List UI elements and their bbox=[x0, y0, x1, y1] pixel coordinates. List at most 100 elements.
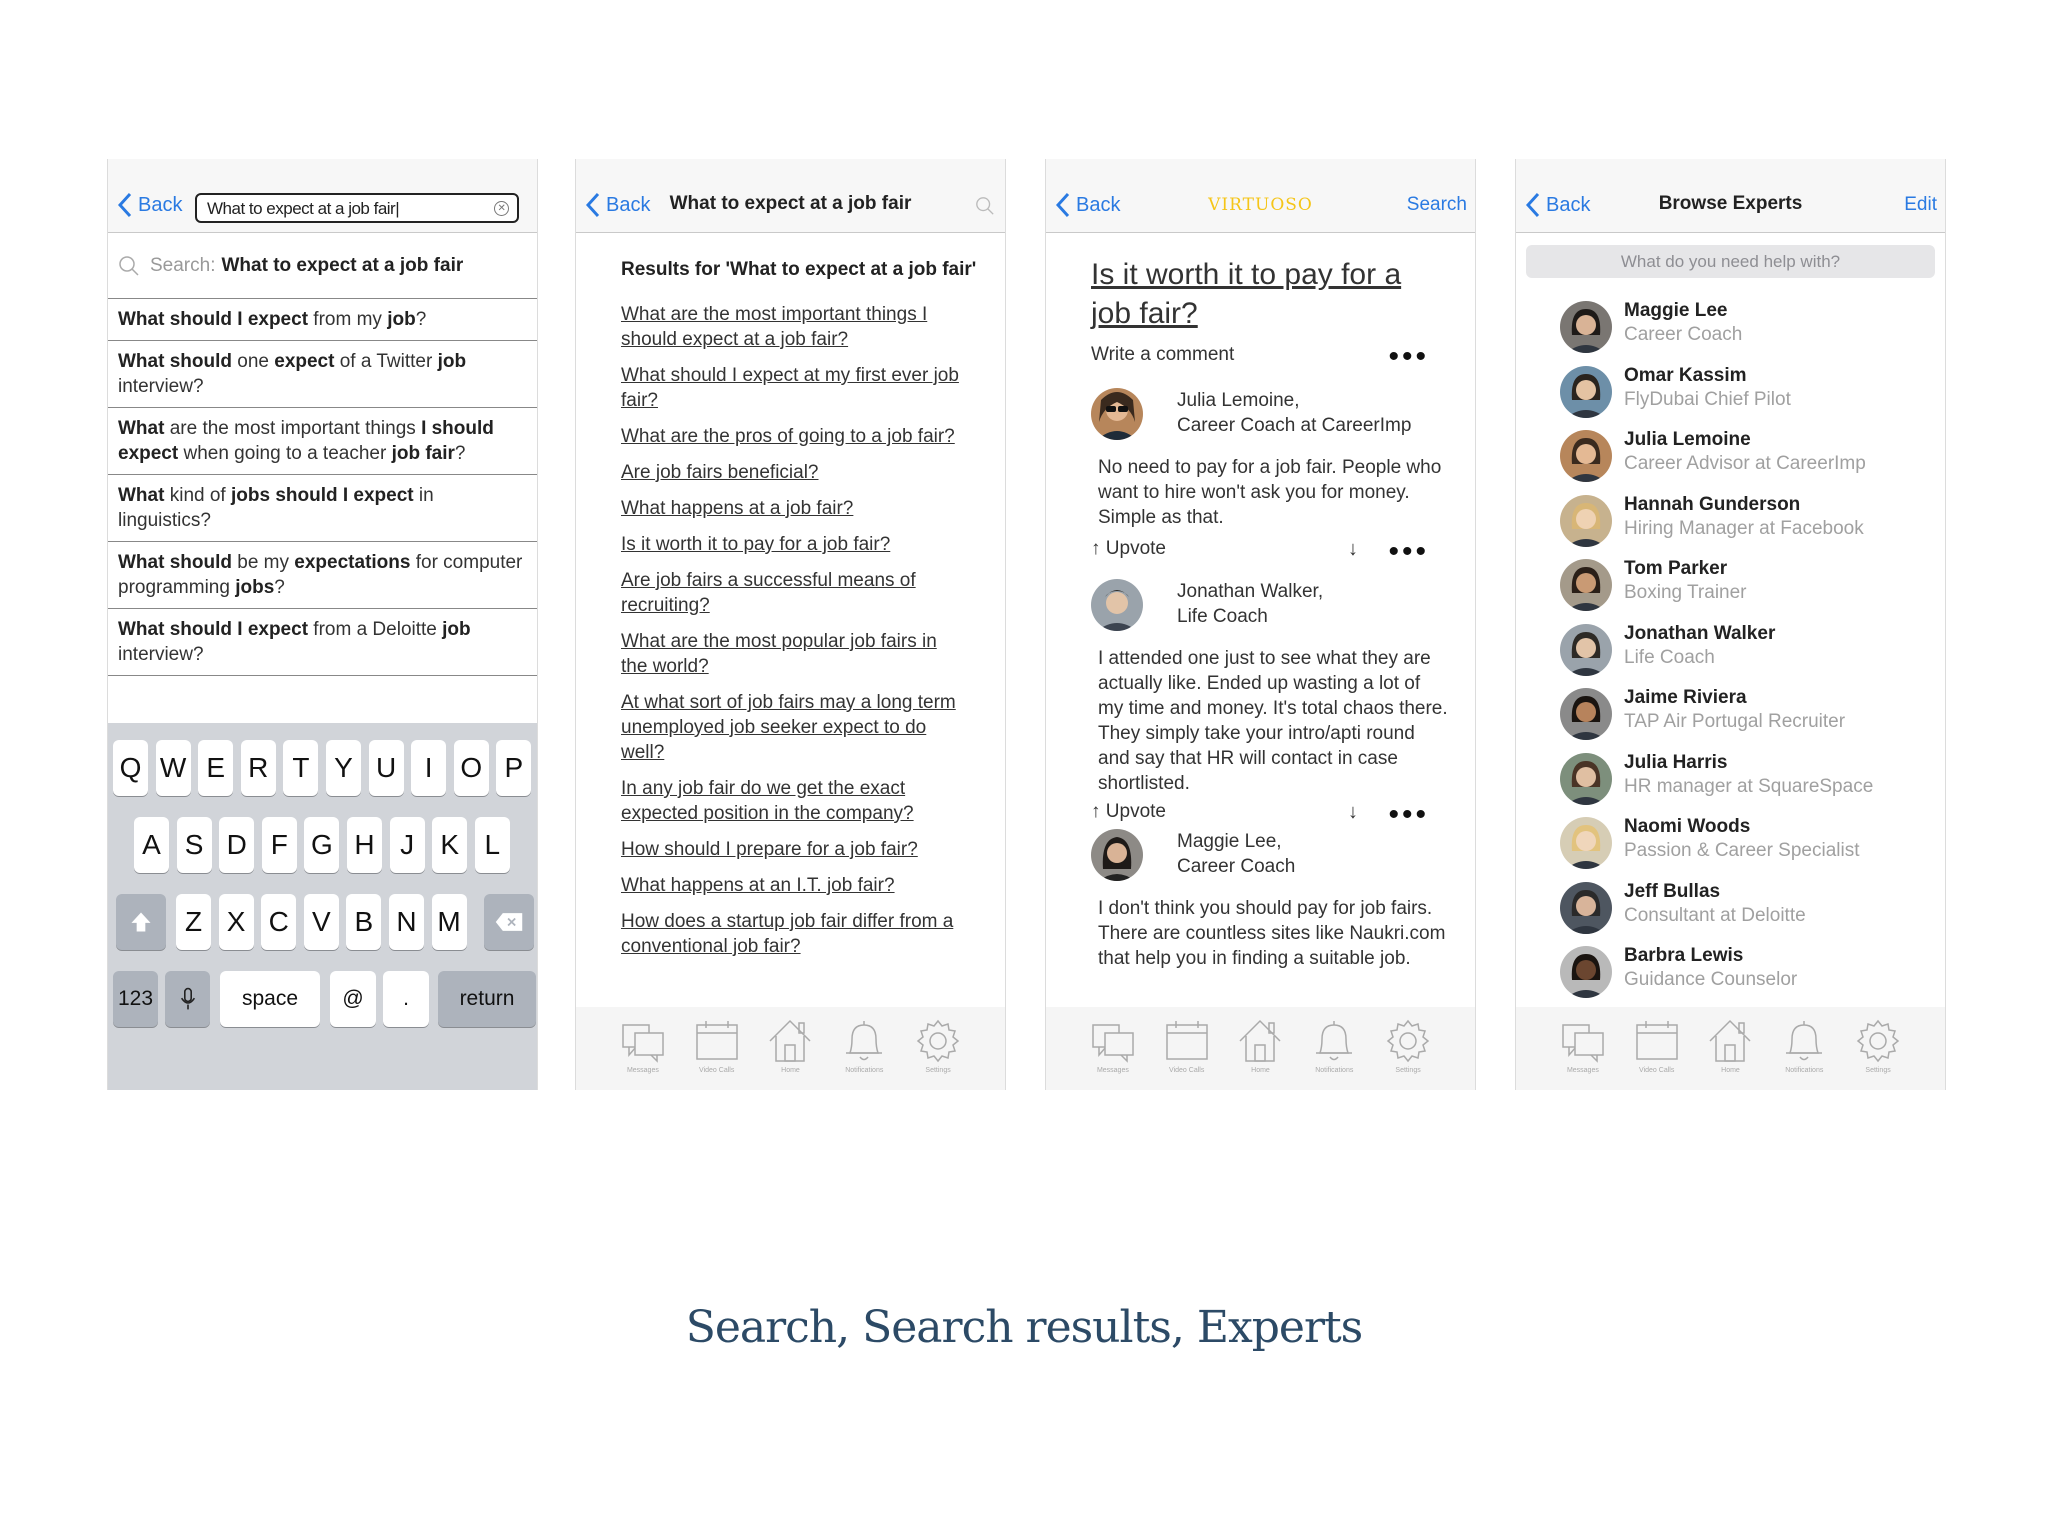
expert-item[interactable]: Julia Harris HR manager at SquareSpace bbox=[1560, 749, 1935, 814]
suggestion-item[interactable]: What are the most important things I sho… bbox=[108, 408, 537, 475]
suggestion-item[interactable]: What should be my expectations for compu… bbox=[108, 542, 537, 609]
key-r[interactable]: R bbox=[240, 740, 276, 796]
downvote-button[interactable]: ↓ bbox=[1348, 801, 1358, 824]
result-link[interactable]: What are the pros of going to a job fair… bbox=[621, 424, 961, 449]
key-d[interactable]: D bbox=[219, 817, 255, 873]
search-button[interactable]: Search bbox=[1407, 194, 1467, 216]
key-x[interactable]: X bbox=[218, 894, 254, 950]
expert-item[interactable]: Barbra Lewis Guidance Counselor bbox=[1560, 942, 1935, 1007]
more-options-button[interactable]: ••• bbox=[1388, 537, 1429, 567]
result-link[interactable]: How does a startup job fair differ from … bbox=[621, 909, 961, 959]
expert-item[interactable]: Julia Lemoine Career Advisor at CareerImp bbox=[1560, 426, 1935, 491]
key-k[interactable]: K bbox=[432, 817, 468, 873]
result-link[interactable]: What are the most popular job fairs in t… bbox=[621, 629, 961, 679]
help-search-input[interactable]: What do you need help with? bbox=[1526, 245, 1935, 278]
expert-name: Maggie Lee bbox=[1624, 300, 1728, 321]
key-j[interactable]: J bbox=[389, 817, 425, 873]
key-u[interactable]: U bbox=[368, 740, 404, 796]
expert-item[interactable]: Jaime Riviera TAP Air Portugal Recruiter bbox=[1560, 684, 1935, 749]
tab-settings[interactable]: Settings bbox=[1854, 1017, 1902, 1090]
back-button[interactable]: Back bbox=[118, 192, 182, 218]
tab-notifications[interactable]: Notifications bbox=[1310, 1017, 1358, 1090]
key-o[interactable]: O bbox=[453, 740, 489, 796]
upvote-button[interactable]: ↑ Upvote bbox=[1091, 801, 1166, 823]
tab-video-calls[interactable]: Video Calls bbox=[1163, 1017, 1211, 1090]
suggestion-item[interactable]: What kind of jobs should I expect in lin… bbox=[108, 475, 537, 542]
result-link[interactable]: Are job fairs a successful means of recr… bbox=[621, 568, 961, 618]
search-icon[interactable] bbox=[975, 196, 995, 216]
more-options-button[interactable]: ••• bbox=[1388, 342, 1429, 372]
tab-messages[interactable]: Messages bbox=[1089, 1017, 1137, 1090]
tab-home[interactable]: Home bbox=[1236, 1017, 1284, 1090]
key-p[interactable]: P bbox=[496, 740, 532, 796]
clear-icon[interactable]: ✕ bbox=[494, 201, 509, 216]
key-y[interactable]: Y bbox=[326, 740, 361, 796]
key-f[interactable]: F bbox=[261, 817, 297, 873]
expert-item[interactable]: Jonathan Walker Life Coach bbox=[1560, 620, 1935, 685]
write-comment-button[interactable]: Write a comment bbox=[1091, 344, 1234, 366]
numbers-key[interactable]: 123 bbox=[113, 971, 158, 1027]
key-s[interactable]: S bbox=[176, 817, 212, 873]
key-q[interactable]: Q bbox=[113, 740, 148, 796]
more-options-button[interactable]: ••• bbox=[1388, 800, 1429, 830]
key-n[interactable]: N bbox=[389, 894, 424, 950]
return-key[interactable]: return bbox=[438, 971, 536, 1027]
key-c[interactable]: C bbox=[261, 894, 297, 950]
result-link[interactable]: At what sort of job fairs may a long ter… bbox=[621, 690, 961, 765]
tab-messages[interactable]: Messages bbox=[1559, 1017, 1607, 1090]
key-m[interactable]: M bbox=[431, 894, 467, 950]
upvote-button[interactable]: ↑ Upvote bbox=[1091, 538, 1166, 560]
search-query-row[interactable]: Search: What to expect at a job fair bbox=[108, 233, 537, 299]
tab-messages[interactable]: Messages bbox=[619, 1017, 667, 1090]
result-link[interactable]: What should I expect at my first ever jo… bbox=[621, 363, 961, 413]
key-t[interactable]: T bbox=[283, 740, 319, 796]
suggestion-item[interactable]: What should I expect from my job? bbox=[108, 299, 537, 341]
tab-notifications[interactable]: Notifications bbox=[840, 1017, 888, 1090]
tab-home[interactable]: Home bbox=[766, 1017, 814, 1090]
result-link[interactable]: Is it worth it to pay for a job fair? bbox=[621, 532, 961, 557]
key-a[interactable]: A bbox=[134, 817, 169, 873]
shift-key[interactable] bbox=[116, 894, 166, 950]
delete-key[interactable] bbox=[484, 894, 534, 950]
tab-home[interactable]: Home bbox=[1706, 1017, 1754, 1090]
key-i[interactable]: I bbox=[411, 740, 447, 796]
expert-item[interactable]: Naomi Woods Passion & Career Specialist bbox=[1560, 813, 1935, 878]
result-link[interactable]: How should I prepare for a job fair? bbox=[621, 837, 961, 862]
key-e[interactable]: E bbox=[198, 740, 234, 796]
question-title[interactable]: Is it worth it to pay for a job fair? bbox=[1091, 255, 1431, 333]
dictation-key[interactable] bbox=[165, 971, 210, 1027]
search-input[interactable]: What to expect at a job fair| ✕ bbox=[195, 193, 519, 223]
expert-item[interactable]: Jeff Bullas Consultant at Deloitte bbox=[1560, 878, 1935, 943]
tab-video-calls[interactable]: Video Calls bbox=[1633, 1017, 1681, 1090]
key-h[interactable]: H bbox=[347, 817, 382, 873]
expert-item[interactable]: Hannah Gunderson Hiring Manager at Facebo… bbox=[1560, 491, 1935, 556]
at-key[interactable]: @ bbox=[330, 971, 376, 1027]
result-link[interactable]: What happens at an I.T. job fair? bbox=[621, 873, 961, 898]
result-link[interactable]: What are the most important things I sho… bbox=[621, 302, 961, 352]
edit-button[interactable]: Edit bbox=[1904, 194, 1937, 216]
expert-item[interactable]: Maggie Lee Career Coach bbox=[1560, 297, 1935, 362]
suggestion-item[interactable]: What should one expect of a Twitter job … bbox=[108, 341, 537, 408]
key-w[interactable]: W bbox=[155, 740, 191, 796]
suggestion-item[interactable]: What should I expect from a Deloitte job… bbox=[108, 609, 537, 676]
key-v[interactable]: V bbox=[303, 894, 339, 950]
dot-key[interactable]: . bbox=[383, 971, 429, 1027]
suggestion-text: What should bbox=[118, 351, 232, 372]
tab-settings[interactable]: Settings bbox=[1384, 1017, 1432, 1090]
result-link[interactable]: What happens at a job fair? bbox=[621, 496, 961, 521]
result-link[interactable]: Are job fairs beneficial? bbox=[621, 460, 961, 485]
result-link[interactable]: In any job fair do we get the exact expe… bbox=[621, 776, 961, 826]
nav-bar: Back VIRTUOSO Search bbox=[1046, 159, 1475, 233]
key-g[interactable]: G bbox=[304, 817, 340, 873]
gear-icon bbox=[916, 1019, 960, 1063]
expert-item[interactable]: Omar Kassim FlyDubai Chief Pilot bbox=[1560, 362, 1935, 427]
expert-item[interactable]: Tom Parker Boxing Trainer bbox=[1560, 555, 1935, 620]
key-b[interactable]: B bbox=[346, 894, 382, 950]
tab-video-calls[interactable]: Video Calls bbox=[693, 1017, 741, 1090]
key-z[interactable]: Z bbox=[176, 894, 211, 950]
tab-settings[interactable]: Settings bbox=[914, 1017, 962, 1090]
downvote-button[interactable]: ↓ bbox=[1348, 538, 1358, 561]
key-l[interactable]: L bbox=[474, 817, 510, 873]
tab-notifications[interactable]: Notifications bbox=[1780, 1017, 1828, 1090]
space-key[interactable]: space bbox=[220, 971, 320, 1027]
